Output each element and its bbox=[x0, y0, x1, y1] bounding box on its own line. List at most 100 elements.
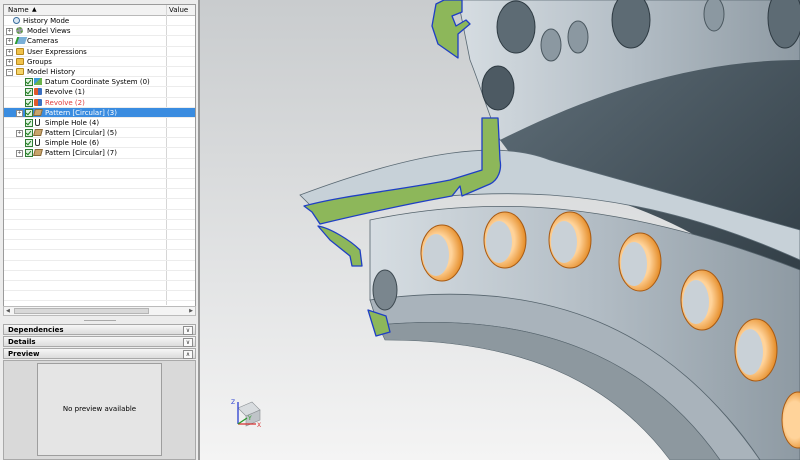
expand-toggle-icon[interactable]: + bbox=[16, 150, 23, 158]
tree-row-empty bbox=[4, 179, 195, 190]
chevron-down-icon[interactable]: ∨ bbox=[183, 338, 193, 347]
tree-row-datum-csys[interactable]: Datum Coordinate System (0) bbox=[4, 77, 195, 88]
details-panel-header[interactable]: Details ∨ bbox=[3, 336, 196, 347]
band-hole bbox=[372, 269, 398, 311]
tree-row-label: Model History bbox=[27, 67, 76, 76]
tree-row-model-history[interactable]: − Model History bbox=[4, 67, 195, 78]
expand-toggle-icon[interactable]: + bbox=[6, 28, 13, 36]
model-views-icon bbox=[16, 27, 23, 35]
tree-row-label: Datum Coordinate System (0) bbox=[45, 78, 150, 87]
expand-toggle-icon[interactable]: + bbox=[16, 109, 23, 117]
tree-row-empty bbox=[4, 220, 195, 230]
folder-icon bbox=[16, 57, 24, 65]
tree-row-revolve-1[interactable]: Revolve (1) bbox=[4, 87, 195, 98]
tree-row-label: Simple Hole (4) bbox=[45, 118, 100, 127]
part-navigator: Name ▲ Value History Mode + Model Views … bbox=[0, 0, 200, 460]
preview-title: Preview bbox=[8, 350, 40, 358]
band-hole-bore bbox=[737, 329, 763, 375]
triad-x-label: X bbox=[257, 422, 261, 429]
band-hole-bore bbox=[423, 234, 449, 276]
simple-hole-icon bbox=[35, 118, 40, 126]
tree-row-history-mode[interactable]: History Mode bbox=[4, 16, 195, 27]
chevron-down-icon[interactable]: ∨ bbox=[183, 326, 193, 335]
triad-y-label: Y bbox=[247, 415, 252, 422]
scrollbar-thumb[interactable] bbox=[14, 308, 149, 314]
tree-row-label: Groups bbox=[27, 57, 52, 66]
model-view-canvas[interactable]: Z X Y bbox=[200, 0, 800, 460]
feature-checkbox[interactable] bbox=[25, 149, 33, 158]
tree-row-pattern-7[interactable]: + Pattern [Circular] (7) bbox=[4, 148, 195, 159]
tree-row-pattern-5[interactable]: + Pattern [Circular] (5) bbox=[4, 128, 195, 139]
expand-toggle-icon[interactable]: + bbox=[6, 38, 13, 46]
simple-hole-icon bbox=[35, 139, 40, 147]
band-hole-bore bbox=[486, 221, 512, 263]
flange-hole bbox=[540, 28, 562, 62]
tree-row-empty bbox=[4, 210, 195, 220]
tree-row-empty bbox=[4, 240, 195, 251]
feature-checkbox[interactable] bbox=[25, 118, 33, 127]
folder-open-icon bbox=[16, 67, 24, 75]
feature-checkbox[interactable] bbox=[25, 78, 33, 87]
revolve-icon bbox=[34, 98, 42, 106]
preview-panel: No preview available bbox=[3, 360, 196, 460]
tree-row-cameras[interactable]: + Cameras bbox=[4, 36, 195, 47]
tree-row-pattern-3[interactable]: + Pattern [Circular] (3) bbox=[4, 107, 195, 118]
tree-row-empty bbox=[4, 159, 195, 169]
tree-row-label: Simple Hole (6) bbox=[45, 139, 100, 148]
column-header-name[interactable]: Name bbox=[8, 6, 29, 14]
chevron-up-icon[interactable]: ∧ bbox=[183, 350, 193, 359]
scroll-right-icon[interactable]: ▶ bbox=[189, 308, 193, 315]
band-hole-bore bbox=[551, 221, 577, 263]
feature-checkbox[interactable] bbox=[25, 98, 33, 107]
tree-row-empty bbox=[4, 189, 195, 200]
tree-row-empty bbox=[4, 281, 195, 292]
column-header-value[interactable]: Value bbox=[169, 6, 188, 14]
tree-row-label: Pattern [Circular] (7) bbox=[45, 149, 117, 158]
flange-hole bbox=[567, 20, 589, 54]
tree-row-empty bbox=[4, 230, 195, 241]
tree-row-simple-hole-6[interactable]: Simple Hole (6) bbox=[4, 138, 195, 149]
tree-row-simple-hole-4[interactable]: Simple Hole (4) bbox=[4, 118, 195, 129]
sort-ascending-icon[interactable]: ▲ bbox=[32, 6, 37, 14]
tree-row-revolve-2[interactable]: Revolve (2) bbox=[4, 98, 195, 108]
tree-row-label: Revolve (2) bbox=[45, 98, 85, 107]
tree-row-label: Pattern [Circular] (5) bbox=[45, 129, 117, 138]
feature-checkbox[interactable] bbox=[25, 139, 33, 148]
folder-icon bbox=[16, 47, 24, 55]
feature-checkbox[interactable] bbox=[25, 129, 33, 138]
tree-row-empty bbox=[4, 271, 195, 281]
pattern-icon bbox=[33, 108, 43, 116]
pattern-icon bbox=[33, 149, 43, 157]
revolve-icon bbox=[34, 88, 42, 96]
expand-toggle-icon[interactable]: + bbox=[6, 58, 13, 66]
flange-hole bbox=[481, 65, 515, 111]
tree-row-model-views[interactable]: + Model Views bbox=[4, 26, 195, 37]
feature-checkbox[interactable] bbox=[25, 88, 33, 97]
expand-toggle-icon[interactable]: + bbox=[6, 48, 13, 56]
tree-row-empty bbox=[4, 291, 195, 302]
collapse-toggle-icon[interactable]: − bbox=[6, 68, 13, 76]
tree-row-groups[interactable]: + Groups bbox=[4, 57, 195, 67]
flange-hole bbox=[611, 0, 651, 49]
tree-row-label: History Mode bbox=[23, 17, 70, 25]
triad-z-label: Z bbox=[231, 399, 235, 406]
graphics-window[interactable]: Z X Y bbox=[200, 0, 800, 460]
tree-row-empty bbox=[4, 199, 195, 210]
preview-message: No preview available bbox=[62, 405, 137, 413]
horizontal-scrollbar[interactable]: ◀ ▶ bbox=[3, 306, 196, 316]
datum-csys-icon bbox=[34, 78, 42, 86]
preview-box: No preview available bbox=[37, 363, 162, 456]
tree-row-label: User Expressions bbox=[27, 47, 87, 56]
band-hole-bore bbox=[621, 242, 647, 286]
feature-checkbox[interactable] bbox=[25, 108, 33, 117]
preview-panel-header[interactable]: Preview ∧ bbox=[3, 348, 196, 359]
details-title: Details bbox=[8, 338, 36, 346]
dependencies-panel-header[interactable]: Dependencies ∨ bbox=[3, 324, 196, 335]
tree-row-empty bbox=[4, 169, 195, 179]
model-history-tree[interactable]: Name ▲ Value History Mode + Model Views … bbox=[3, 4, 196, 316]
scroll-left-icon[interactable]: ◀ bbox=[6, 308, 10, 315]
tree-row-user-expressions[interactable]: + User Expressions bbox=[4, 47, 195, 57]
tree-row-label: Pattern [Circular] (3) bbox=[45, 108, 117, 117]
expand-toggle-icon[interactable]: + bbox=[16, 130, 23, 138]
tree-row-empty bbox=[4, 250, 195, 261]
